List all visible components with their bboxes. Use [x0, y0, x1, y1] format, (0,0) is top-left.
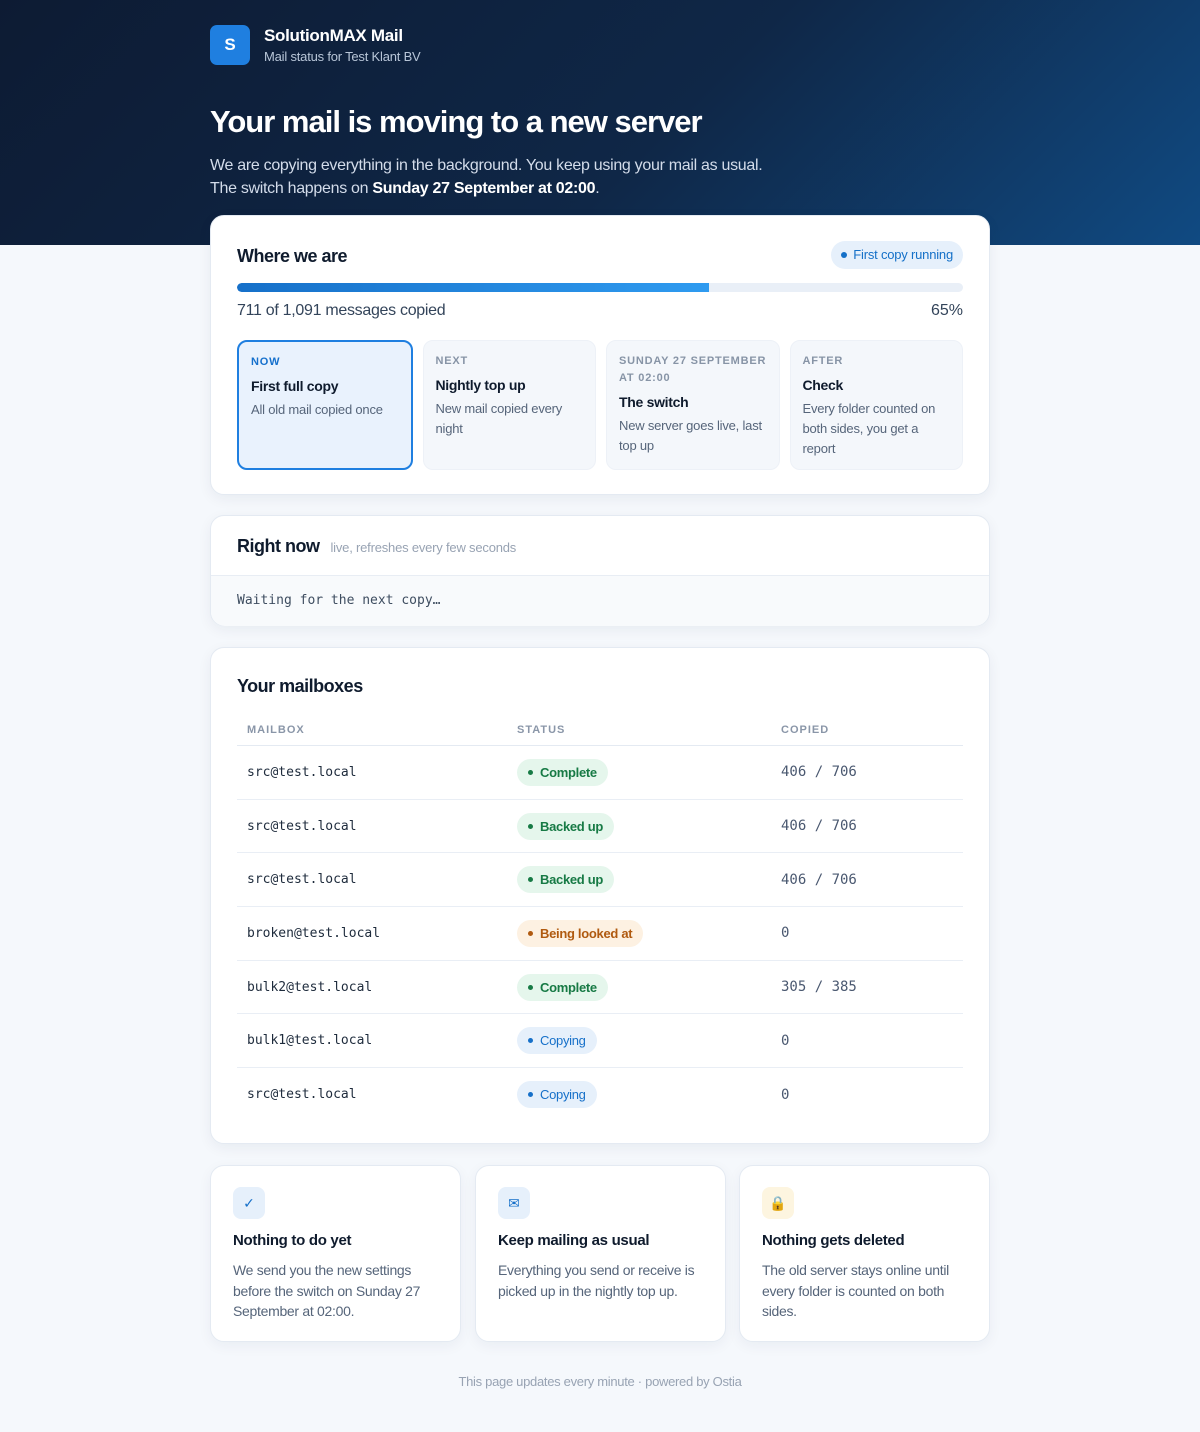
- step-desc: Every folder counted on both sides, you …: [802, 401, 936, 456]
- mailbox-address: src@test.local: [247, 764, 357, 780]
- status-badge: Being looked at: [517, 919, 644, 947]
- column-header-status: STATUS: [517, 723, 566, 736]
- copied-count: 0: [781, 1032, 790, 1049]
- step-next: NEXT Nightly top up New mail copied ever…: [422, 340, 596, 470]
- status-badge: Copying: [517, 1081, 597, 1109]
- activity-title: Right now: [237, 536, 320, 556]
- status-badge: Complete: [517, 973, 608, 1001]
- table-row: src@test.local Complete 406 / 706: [237, 746, 963, 800]
- info-desc: The old server stays online until every …: [762, 1262, 949, 1319]
- column-header-mailbox: MAILBOX: [247, 723, 305, 736]
- table-row: src@test.local Copying 0: [237, 1068, 963, 1122]
- info-desc: We send you the new settings before the …: [233, 1262, 421, 1319]
- step-label: NOW: [251, 356, 281, 368]
- activity-log-line: Waiting for the next copy…: [237, 593, 441, 608]
- table-row: bulk1@test.local Copying 0: [237, 1014, 963, 1069]
- step-desc: New server goes live, last top up: [619, 418, 762, 453]
- brand-logo: S: [210, 25, 250, 65]
- mailboxes-title: Your mailboxes: [237, 676, 363, 696]
- info-card-keep-mailing: ✉ Keep mailing as usual Everything you s…: [475, 1165, 726, 1342]
- step-now: NOW First full copy All old mail copied …: [237, 340, 413, 470]
- mailbox-address: src@test.local: [247, 1087, 357, 1103]
- table-row: src@test.local Backed up 406 / 706: [237, 800, 963, 854]
- table-row: bulk2@test.local Complete 305 / 385: [237, 961, 963, 1015]
- progress-card: Where we are First copy running 711 of 1…: [210, 215, 990, 495]
- step-desc: New mail copied every night: [435, 401, 563, 436]
- copied-count: 406 / 706: [781, 871, 857, 888]
- status-cell: Backed up: [517, 866, 781, 894]
- activity-log: Waiting for the next copy…: [211, 575, 989, 626]
- copied-count: 406 / 706: [781, 818, 857, 835]
- status-badge: First copy running: [831, 241, 963, 269]
- copied-count: 0: [781, 1086, 790, 1103]
- mailbox-address: bulk2@test.local: [247, 979, 373, 995]
- info-card-nothing-to-do: ✓ Nothing to do yet We send you the new …: [210, 1165, 461, 1342]
- step-label: SUNDAY 27 SEPTEMBER AT 02:00: [619, 355, 767, 384]
- switch-date: Sunday 27 September at 02:00: [372, 180, 596, 197]
- status-cell: Copying: [517, 1027, 781, 1055]
- page-title: Your mail is moving to a new server: [210, 104, 703, 139]
- activity-card: Right now live, refreshes every few seco…: [210, 515, 990, 626]
- table-row: src@test.local Backed up 406 / 706: [237, 853, 963, 908]
- hero-desc-end: .: [595, 180, 600, 197]
- brand-name: SolutionMAX Mail: [264, 26, 403, 45]
- brand-text: SolutionMAX Mail Mail status for Test Kl…: [264, 26, 421, 64]
- status-cell: Complete: [517, 973, 781, 1001]
- check-icon: ✓: [233, 1187, 265, 1219]
- mailbox-address: bulk1@test.local: [247, 1033, 373, 1049]
- table-body: src@test.local Complete 406 / 706 src@test.…: [237, 746, 963, 1122]
- timeline-steps: NOW First full copy All old mail copied …: [237, 340, 963, 470]
- footer: This page updates every minute · powered…: [458, 1374, 742, 1389]
- mailbox-address: src@test.local: [247, 818, 357, 834]
- hero-description: We are copying everything in the backgro…: [210, 154, 770, 200]
- mailboxes-card: Your mailboxes MAILBOX STATUS COPIED src…: [210, 647, 990, 1144]
- step-label: NEXT: [435, 355, 469, 367]
- envelope-icon: ✉: [498, 1187, 530, 1219]
- mailboxes-table: MAILBOX STATUS COPIED src@test.local Comp…: [237, 714, 963, 1122]
- status-cell: Being looked at: [517, 919, 781, 947]
- step-title: First full copy: [251, 378, 339, 394]
- step-label: AFTER: [802, 355, 844, 367]
- brand-header: S SolutionMAX Mail Mail status for Test …: [210, 25, 990, 65]
- status-badge: Complete: [517, 758, 608, 786]
- step-title: Check: [802, 377, 844, 393]
- step-desc: All old mail copied once: [251, 402, 383, 417]
- info-title: Nothing gets deleted: [762, 1232, 905, 1249]
- status-cell: Complete: [517, 758, 781, 786]
- copied-count: 0: [781, 925, 790, 942]
- table-header: MAILBOX STATUS COPIED: [237, 714, 963, 746]
- table-row: broken@test.local Being looked at 0: [237, 907, 963, 961]
- info-title: Keep mailing as usual: [498, 1232, 650, 1249]
- copied-count: 305 / 385: [781, 979, 857, 996]
- copied-count: 406 / 706: [781, 764, 857, 781]
- status-cell: Copying: [517, 1081, 781, 1109]
- status-cell: Backed up: [517, 812, 781, 840]
- step-switch: SUNDAY 27 SEPTEMBER AT 02:00 The switch …: [606, 340, 780, 470]
- messages-copied-count: 711 of 1,091 messages copied: [237, 302, 446, 319]
- activity-hint: live, refreshes every few seconds: [330, 540, 517, 555]
- status-badge: Backed up: [517, 812, 615, 840]
- mailbox-address: src@test.local: [247, 872, 357, 888]
- lock-icon: 🔒: [762, 1187, 794, 1219]
- column-header-copied: COPIED: [781, 723, 830, 736]
- progress-bar-fill: [237, 283, 709, 292]
- status-badge: Copying: [517, 1027, 597, 1055]
- mailbox-address: broken@test.local: [247, 925, 381, 941]
- info-card-nothing-deleted: 🔒 Nothing gets deleted The old server st…: [739, 1165, 990, 1342]
- step-after: AFTER Check Every folder counted on both…: [789, 340, 963, 470]
- info-title: Nothing to do yet: [233, 1232, 352, 1249]
- progress-title: Where we are: [237, 246, 348, 266]
- progress-bar: [237, 283, 963, 292]
- step-title: Nightly top up: [435, 377, 526, 393]
- brand-subtitle: Mail status for Test Klant BV: [264, 49, 421, 64]
- activity-header: Right now live, refreshes every few seco…: [237, 536, 516, 557]
- info-desc: Everything you send or receive is picked…: [498, 1262, 695, 1299]
- step-title: The switch: [619, 394, 689, 410]
- status-badge: Backed up: [517, 866, 615, 894]
- progress-percent: 65%: [930, 302, 963, 319]
